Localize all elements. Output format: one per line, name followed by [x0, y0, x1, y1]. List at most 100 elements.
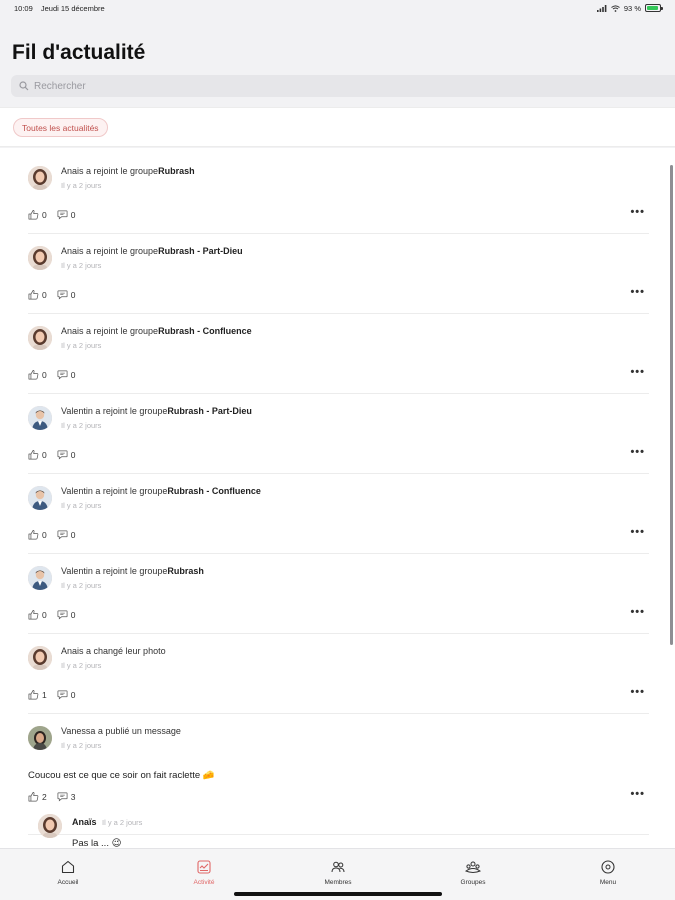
avatar-female-image[interactable]: [28, 326, 52, 350]
status-left: 10:09 Jeudi 15 décembre: [14, 4, 111, 13]
post-action: a rejoint le groupe: [92, 406, 168, 416]
more-options-icon[interactable]: •••: [630, 446, 645, 458]
comment-icon: [57, 609, 71, 620]
comment-count: 0: [70, 609, 76, 620]
post-time: Il y a 2 jours: [61, 341, 102, 350]
more-options-icon[interactable]: •••: [630, 606, 645, 618]
post-text: Valentin a rejoint le groupeRubrash - Pa…: [61, 406, 252, 416]
post-time: Il y a 2 jours: [61, 421, 102, 430]
avatar-male-image[interactable]: [28, 406, 52, 430]
like-button[interactable]: 0: [28, 209, 47, 220]
post-action: a publié un message: [95, 726, 181, 736]
comment-avatar[interactable]: [38, 814, 62, 838]
more-options-icon[interactable]: •••: [630, 286, 645, 298]
post-actions: 0 0: [28, 449, 85, 460]
more-options-icon[interactable]: •••: [630, 686, 645, 698]
comment-button[interactable]: 3: [57, 791, 75, 802]
post-author[interactable]: Anais: [61, 166, 84, 176]
search-input[interactable]: [34, 80, 334, 92]
tab-label: Groupes: [460, 879, 486, 886]
post-target-group[interactable]: Rubrash - Part-Dieu: [167, 406, 252, 416]
tab-groups[interactable]: Groupes: [443, 859, 503, 886]
avatar-female-image[interactable]: [28, 646, 52, 670]
comment-time: Il y a 2 jours: [102, 818, 143, 827]
tab-activity[interactable]: Activité: [174, 859, 234, 886]
like-count: 0: [42, 609, 47, 620]
comment-button[interactable]: 0: [57, 529, 75, 540]
comment-button[interactable]: 0: [57, 609, 76, 620]
post-author[interactable]: Anais: [61, 246, 84, 256]
post-target-group[interactable]: Rubrash - Confluence: [167, 486, 261, 496]
like-button[interactable]: 0: [28, 289, 47, 300]
more-options-icon[interactable]: •••: [630, 788, 645, 800]
post-target-group[interactable]: Rubrash - Part-Dieu: [158, 246, 243, 256]
comment-button[interactable]: 0: [57, 689, 75, 700]
comment-button[interactable]: 0: [57, 449, 75, 460]
feed-post: Valentin a rejoint le groupeRubrash Il y…: [0, 554, 675, 634]
post-time: Il y a 2 jours: [61, 581, 102, 590]
comment-icon: [57, 369, 71, 380]
post-action: a rejoint le groupe: [83, 246, 159, 256]
groups-icon: [465, 859, 481, 879]
home-indicator[interactable]: [234, 892, 442, 896]
more-options-icon[interactable]: •••: [630, 206, 645, 218]
like-count: 1: [42, 689, 47, 700]
avatar-female-image[interactable]: [28, 246, 52, 270]
like-button[interactable]: 0: [28, 449, 47, 460]
post-author[interactable]: Valentin: [61, 566, 93, 576]
comment-icon: [57, 289, 71, 300]
like-button[interactable]: 0: [28, 369, 47, 380]
avatar-male-image[interactable]: [28, 486, 52, 510]
comment-count: 0: [70, 289, 76, 300]
thumbs-up-icon: [28, 449, 42, 460]
post-text: Vanessa a publié un message: [61, 726, 181, 736]
activity-feed[interactable]: Anais a rejoint le groupeRubrash Il y a …: [0, 148, 675, 848]
wifi-icon: [611, 4, 620, 12]
post-actions: 1 0: [28, 689, 85, 700]
status-bar: 10:09 Jeudi 15 décembre 93 %: [0, 0, 675, 16]
post-author[interactable]: Valentin: [61, 406, 93, 416]
post-time: Il y a 2 jours: [61, 181, 102, 190]
avatar-vanessa-image[interactable]: [28, 726, 52, 750]
members-icon: [330, 859, 346, 879]
post-time: Il y a 2 jours: [61, 661, 102, 670]
post-target-group[interactable]: Rubrash: [167, 566, 204, 576]
avatar-male-image[interactable]: [28, 566, 52, 590]
search-bar[interactable]: [11, 75, 675, 97]
like-button[interactable]: 1: [28, 689, 47, 700]
tab-menu[interactable]: Menu: [578, 859, 638, 886]
comment-author[interactable]: Anaïs: [72, 817, 97, 827]
like-count: 2: [42, 791, 47, 802]
post-author[interactable]: Anais: [61, 646, 84, 656]
filter-all-news[interactable]: Toutes les actualités: [13, 118, 108, 137]
more-options-icon[interactable]: •••: [630, 366, 645, 378]
feed-post: Valentin a rejoint le groupeRubrash - Pa…: [0, 394, 675, 474]
post-text: Anais a rejoint le groupeRubrash - Confl…: [61, 326, 252, 336]
post-author[interactable]: Valentin: [61, 486, 93, 496]
post-action: a changé leur photo: [83, 646, 166, 656]
post-action: a rejoint le groupe: [92, 486, 168, 496]
post-target-group[interactable]: Rubrash: [158, 166, 195, 176]
post-author[interactable]: Vanessa: [61, 726, 95, 736]
comment-button[interactable]: 0: [57, 289, 76, 300]
post-author[interactable]: Anais: [61, 326, 84, 336]
feed-post: Anais a rejoint le groupeRubrash - Confl…: [0, 314, 675, 394]
like-button[interactable]: 2: [28, 791, 47, 802]
like-button[interactable]: 0: [28, 529, 47, 540]
tab-members[interactable]: Membres: [308, 859, 368, 886]
tab-home[interactable]: Accueil: [38, 859, 98, 886]
post-target-group[interactable]: Rubrash - Confluence: [158, 326, 252, 336]
comment-button[interactable]: 0: [57, 369, 75, 380]
post-text: Anais a rejoint le groupeRubrash - Part-…: [61, 246, 243, 256]
post-action: a rejoint le groupe: [92, 566, 168, 576]
avatar-female-image[interactable]: [28, 166, 52, 190]
comment-icon: [57, 449, 71, 460]
comment-button[interactable]: 0: [57, 209, 75, 220]
signal-icon: [596, 4, 607, 12]
battery-icon: [645, 4, 663, 12]
post-message: Coucou est ce que ce soir on fait raclet…: [28, 770, 215, 781]
like-button[interactable]: 0: [28, 609, 47, 620]
search-icon: [19, 81, 29, 91]
more-options-icon[interactable]: •••: [630, 526, 645, 538]
scrollbar[interactable]: [670, 165, 673, 645]
